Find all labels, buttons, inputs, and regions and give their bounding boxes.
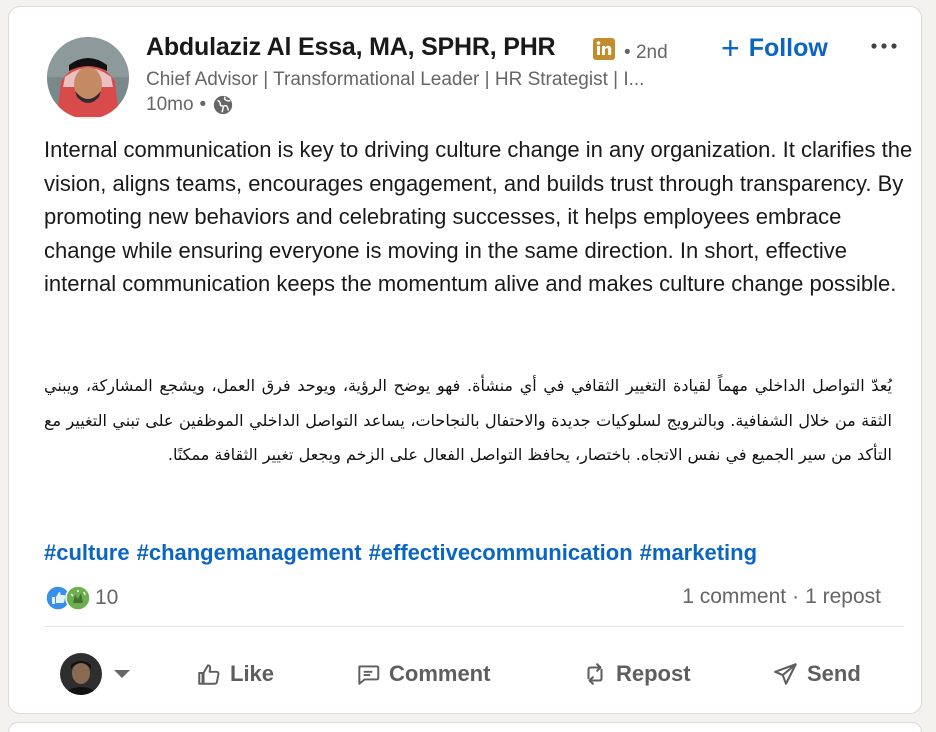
comment-button[interactable]: Comment [355, 655, 490, 693]
connection-degree: • 2nd [624, 42, 668, 64]
comment-icon [358, 665, 380, 685]
plus-icon: + [721, 30, 740, 66]
post-actions-bar: Like Comment Repost Send [44, 647, 904, 701]
more-options-button[interactable] [865, 29, 903, 63]
meta-separator: • [199, 94, 207, 115]
divider [44, 626, 904, 627]
send-button[interactable]: Send [773, 655, 861, 693]
comment-label: Comment [389, 661, 491, 686]
post-text-english: Internal communication is key to driving… [44, 137, 913, 297]
like-label: Like [230, 661, 275, 686]
more-horizontal-icon [871, 43, 897, 49]
send-icon [774, 663, 797, 685]
post-card: Abdulaziz Al Essa, MA, SPHR, PHR • 2nd +… [8, 6, 922, 714]
linkedin-premium-icon [593, 38, 615, 60]
follow-button[interactable]: + Follow [721, 31, 828, 65]
hashtag-link[interactable]: #changemanagement [137, 540, 362, 566]
next-post-card [8, 722, 922, 732]
social-separator: · [792, 585, 800, 608]
author-name[interactable]: Abdulaziz Al Essa, MA, SPHR, PHR [146, 33, 556, 62]
hashtag-link[interactable]: #effectivecommunication [369, 540, 633, 566]
celebrate-reaction-icon [65, 585, 91, 611]
hashtag-link[interactable]: #marketing [640, 540, 757, 566]
post-meta: 10mo • [146, 94, 234, 116]
repost-icon [587, 663, 603, 685]
thumbs-up-icon [198, 664, 220, 685]
hashtag-link[interactable]: #culture [44, 540, 130, 566]
follow-label: Follow [748, 33, 828, 62]
hashtag-list: #culture #changemanagement #effectivecom… [44, 540, 764, 566]
degree-label: 2nd [635, 42, 668, 63]
post-time: 10mo [146, 94, 194, 115]
caret-down-icon [114, 670, 130, 678]
social-counts: 1 comment · 1 repost [682, 585, 881, 609]
actor-switcher[interactable] [60, 653, 131, 695]
author-avatar[interactable] [47, 37, 129, 119]
globe-icon [214, 95, 233, 115]
comments-count-link[interactable]: 1 comment [682, 585, 786, 609]
reactions-summary[interactable]: 10 [45, 585, 118, 611]
degree-separator: • [624, 42, 631, 63]
like-button[interactable]: Like [196, 655, 274, 693]
repost-button[interactable]: Repost [582, 655, 691, 693]
reaction-count: 10 [95, 586, 119, 609]
author-headline: Chief Advisor | Transformational Leader … [146, 69, 645, 90]
current-user-avatar [60, 653, 102, 695]
repost-label: Repost [616, 661, 691, 686]
reposts-count-link[interactable]: 1 repost [805, 585, 881, 609]
post-text-arabic: يُعدّ التواصل الداخلي مهماً لقيادة التغي… [44, 376, 892, 465]
send-label: Send [807, 661, 861, 686]
